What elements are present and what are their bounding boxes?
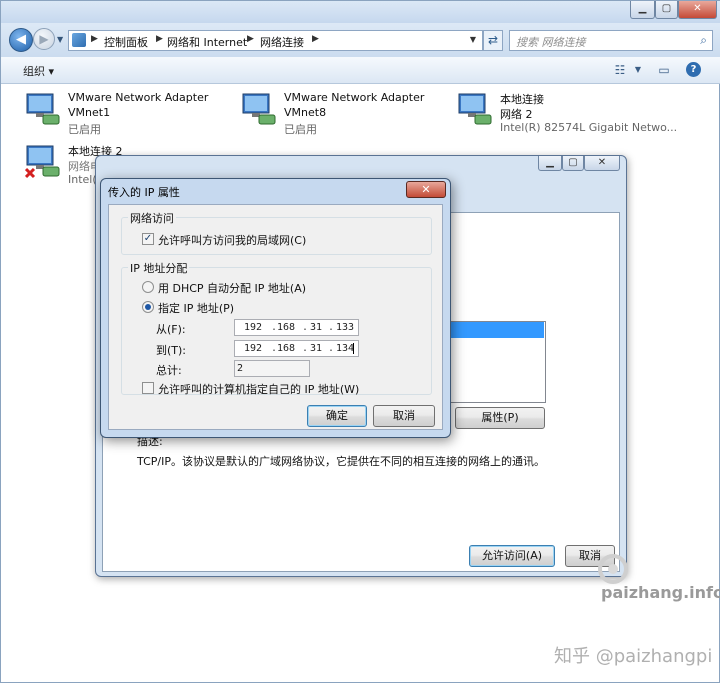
breadcrumb-network-connections[interactable]: 网络连接 [260,34,304,50]
ip-octet: 192 [244,322,263,333]
adapter-network: VMnet1 [68,106,111,119]
allow-lan-access-label[interactable]: 允许呼叫方访问我的局域网(C) [158,232,306,248]
view-options-icon[interactable]: ☷ [612,62,628,78]
help-icon[interactable]: ? [686,62,701,77]
preview-pane-icon[interactable]: ▭ [656,62,672,78]
adapter-network: VMnet8 [284,106,327,119]
dialog-client-area: 网络访问 ✓ 允许呼叫方访问我的局域网(C) IP 地址分配 用 DHCP 自动… [108,204,443,430]
breadcrumb-separator-icon: ▶ [247,34,254,44]
breadcrumb-separator-icon: ▶ [312,34,319,44]
search-input[interactable]: 搜索 网络连接 ⌕ [509,30,713,51]
ip-octet: 168 [277,322,296,333]
minimize-button[interactable]: ▁ [630,1,655,19]
ip-octet: 31 [310,343,323,354]
network-adapter-icon [26,93,60,125]
ip-octet: 31 [310,322,323,333]
ip-octet: 168 [277,343,296,354]
forward-arrow-icon[interactable]: ▶ [33,28,55,50]
breadcrumb-separator-icon: ▶ [156,34,163,44]
total-field: 2 [234,360,310,377]
network-connections-window: ▁ ▢ ✕ ◀ ▶ ▼ ▶ 控制面板 ▶ 网络和 Internet ▶ 网络连接… [0,0,720,683]
from-label: 从(F): [156,323,186,336]
static-ip-label[interactable]: 指定 IP 地址(P) [158,300,234,316]
back-arrow-icon[interactable]: ◀ [9,28,33,52]
properties-button[interactable]: 属性(P) [455,407,545,429]
adapter-status: 已启用 [68,123,101,136]
dialog-minimize-button[interactable]: ▁ [538,156,562,171]
maximize-button[interactable]: ▢ [655,1,678,19]
incoming-ip-properties-dialog: 传入的 IP 属性 ✕ 网络访问 ✓ 允许呼叫方访问我的局域网(C) IP 地址… [100,178,451,438]
network-adapter-disconnected-icon [25,145,60,179]
total-value: 2 [237,363,244,374]
total-label: 总计: [156,364,182,377]
search-icon[interactable]: ⌕ [700,33,707,48]
close-button[interactable]: ✕ [678,1,717,19]
from-ip-input[interactable]: 192 . 168 . 31 . 133 [234,319,359,336]
group-label: 网络访问 [128,210,176,226]
view-dropdown-icon[interactable]: ▼ [630,62,646,78]
dialog-title: 传入的 IP 属性 [108,186,180,199]
allow-own-ip-label[interactable]: 允许呼叫的计算机指定自己的 IP 地址(W) [158,381,359,397]
adapter-name: 本地连接 [500,93,544,106]
ip-dot: . [302,322,309,333]
text-cursor [353,343,354,354]
dhcp-label[interactable]: 用 DHCP 自动分配 IP 地址(A) [158,280,306,296]
group-label: IP 地址分配 [128,260,190,276]
to-label: 到(T): [156,344,187,357]
dialog-close-button[interactable]: ✕ [584,156,620,171]
navigation-bar: ◀ ▶ ▼ ▶ 控制面板 ▶ 网络和 Internet ▶ 网络连接 ▶ ▼ ⇄… [1,23,720,57]
adapter-status: Intel(R) 82574L Gigabit Netwo... [500,121,678,134]
allow-own-ip-checkbox[interactable] [142,382,154,394]
search-placeholder: 搜索 网络连接 [516,36,586,49]
ip-dot: . [328,343,335,354]
static-ip-radio[interactable] [142,301,154,313]
ip-assignment-group: IP 地址分配 用 DHCP 自动分配 IP 地址(A) 指定 IP 地址(P)… [121,260,432,397]
adapter-network: 网络 2 [500,108,533,121]
protocol-list[interactable] [446,321,546,403]
site-watermark: paizhang.info [601,583,720,602]
ip-dot: . [328,322,335,333]
cancel-button[interactable]: 取消 [373,405,435,427]
adapter-name: VMware Network Adapter [68,91,209,104]
selected-protocol-row[interactable] [448,322,544,338]
allow-access-button[interactable]: 允许访问(A) [469,545,555,567]
address-dropdown-icon[interactable]: ▼ [470,35,476,44]
window-titlebar: ▁ ▢ ✕ [1,1,720,23]
description-text: TCP/IP。该协议是默认的广域网络协议，它提供在不同的相互连接的网络上的通讯。 [137,455,545,468]
paizhang-logo-icon [598,554,628,584]
to-ip-input[interactable]: 192 . 168 . 31 . 134 [234,340,359,357]
network-adapter-icon [242,93,276,125]
address-bar[interactable]: ▶ 控制面板 ▶ 网络和 Internet ▶ 网络连接 ▶ ▼ [68,30,483,51]
control-panel-icon [72,33,86,47]
refresh-icon[interactable]: ⇄ [483,30,503,51]
recent-pages-chevron-icon[interactable]: ▼ [57,35,63,44]
breadcrumb-separator-icon: ▶ [91,34,98,44]
command-bar: 组织 ▾ ☷ ▼ ▭ ? [1,57,720,84]
zhihu-watermark: 知乎 @paizhangpi [554,646,713,667]
dhcp-radio[interactable] [142,281,154,293]
ip-octet: 134 [336,343,355,354]
network-access-group: 网络访问 ✓ 允许呼叫方访问我的局域网(C) [121,210,432,255]
organize-menu[interactable]: 组织 ▾ [23,63,54,79]
ip-octet: 133 [336,322,355,333]
adapter-status: 已启用 [284,123,317,136]
breadcrumb-network-internet[interactable]: 网络和 Internet [167,34,247,50]
adapter-name: VMware Network Adapter [284,91,425,104]
dialog-close-button[interactable]: ✕ [406,181,446,198]
ip-dot: . [302,343,309,354]
breadcrumb-control-panel[interactable]: 控制面板 [104,34,148,50]
ip-octet: 192 [244,343,263,354]
allow-lan-access-checkbox[interactable]: ✓ [142,233,154,245]
ok-button[interactable]: 确定 [307,405,367,427]
network-adapter-icon [458,93,492,125]
dialog-maximize-button[interactable]: ▢ [562,156,584,171]
